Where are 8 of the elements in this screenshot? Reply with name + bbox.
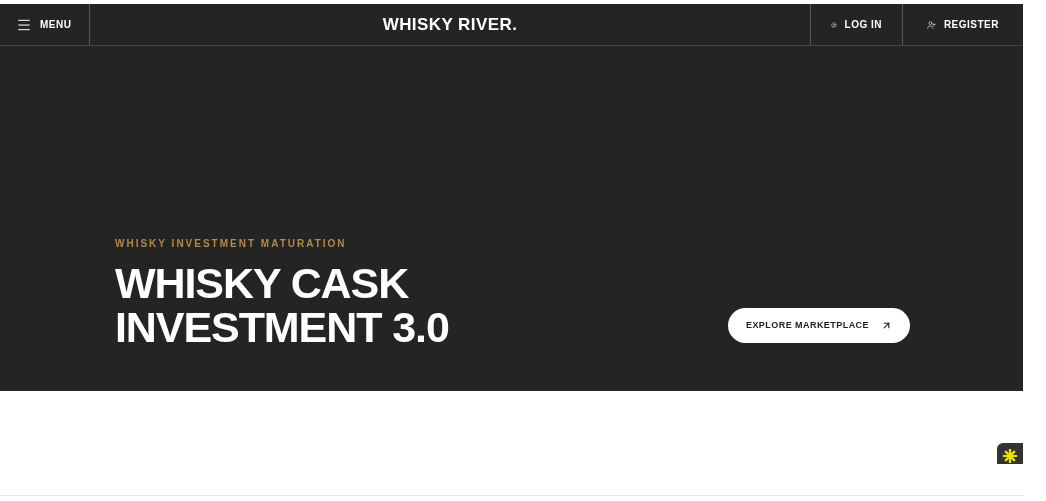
hero-title: INVESTMENT 3.0 [115, 305, 449, 349]
logo[interactable]: WHISKY RIVER. [382, 11, 518, 38]
eyebrow-text: WHISKY INVESTMENT MATURATION [115, 237, 348, 251]
hero-title: WHISKY CASK [115, 261, 410, 305]
login-button[interactable]: LOG IN [810, 4, 902, 45]
explore-marketplace-button[interactable]: EXPLORE MARKETPLACE [728, 308, 910, 343]
register-button[interactable]: REGISTER [902, 4, 1023, 45]
menu-button[interactable]: MENU [0, 4, 90, 45]
